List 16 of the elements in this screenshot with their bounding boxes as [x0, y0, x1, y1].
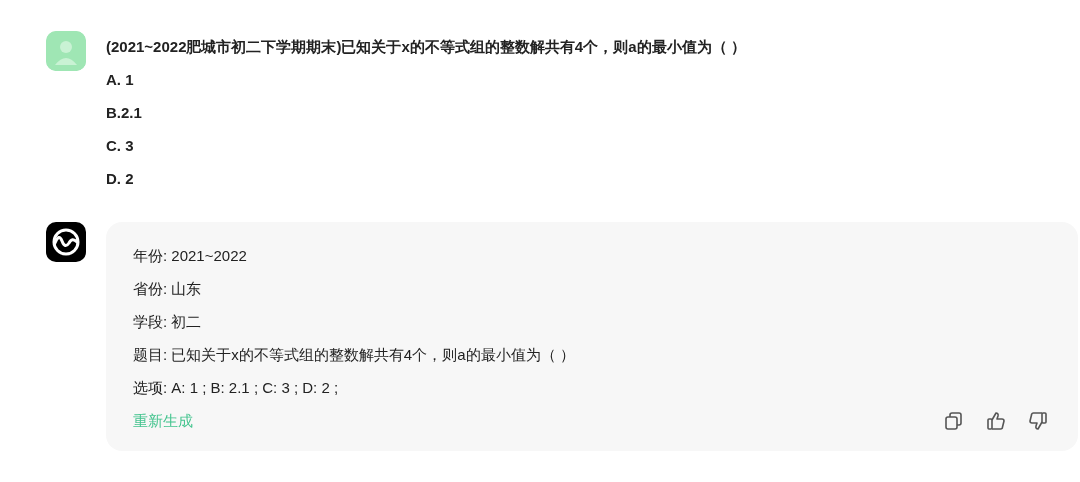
reply-line: 选项: A: 1 ; B: 2.1 ; C: 3 ; D: 2 ; — [133, 378, 340, 398]
reply-line: 年份: 2021~2022 — [133, 246, 248, 266]
reply-line: 学段: 初二 — [133, 312, 203, 332]
user-avatar — [46, 31, 86, 71]
reply-line: 题目: 已知关于x的不等式组的整数解共有4个，则a的最小值为（ ） — [133, 345, 576, 365]
reply-line: 省份: 山东 — [133, 279, 203, 299]
bot-avatar — [46, 222, 86, 262]
option-text: A. 1 — [106, 70, 135, 90]
option-text: B.2.1 — [106, 103, 143, 123]
option-text: D. 2 — [106, 169, 135, 189]
thumbs-down-icon[interactable] — [1028, 411, 1048, 431]
regenerate-link[interactable]: 重新生成 — [133, 411, 193, 431]
thumbs-up-icon[interactable] — [986, 411, 1006, 431]
copy-icon[interactable] — [944, 411, 964, 431]
option-text: C. 3 — [106, 136, 135, 156]
question-text: (2021~2022肥城市初二下学期期末)已知关于x的不等式组的整数解共有4个，则a的最小值为（ ） — [106, 37, 746, 57]
